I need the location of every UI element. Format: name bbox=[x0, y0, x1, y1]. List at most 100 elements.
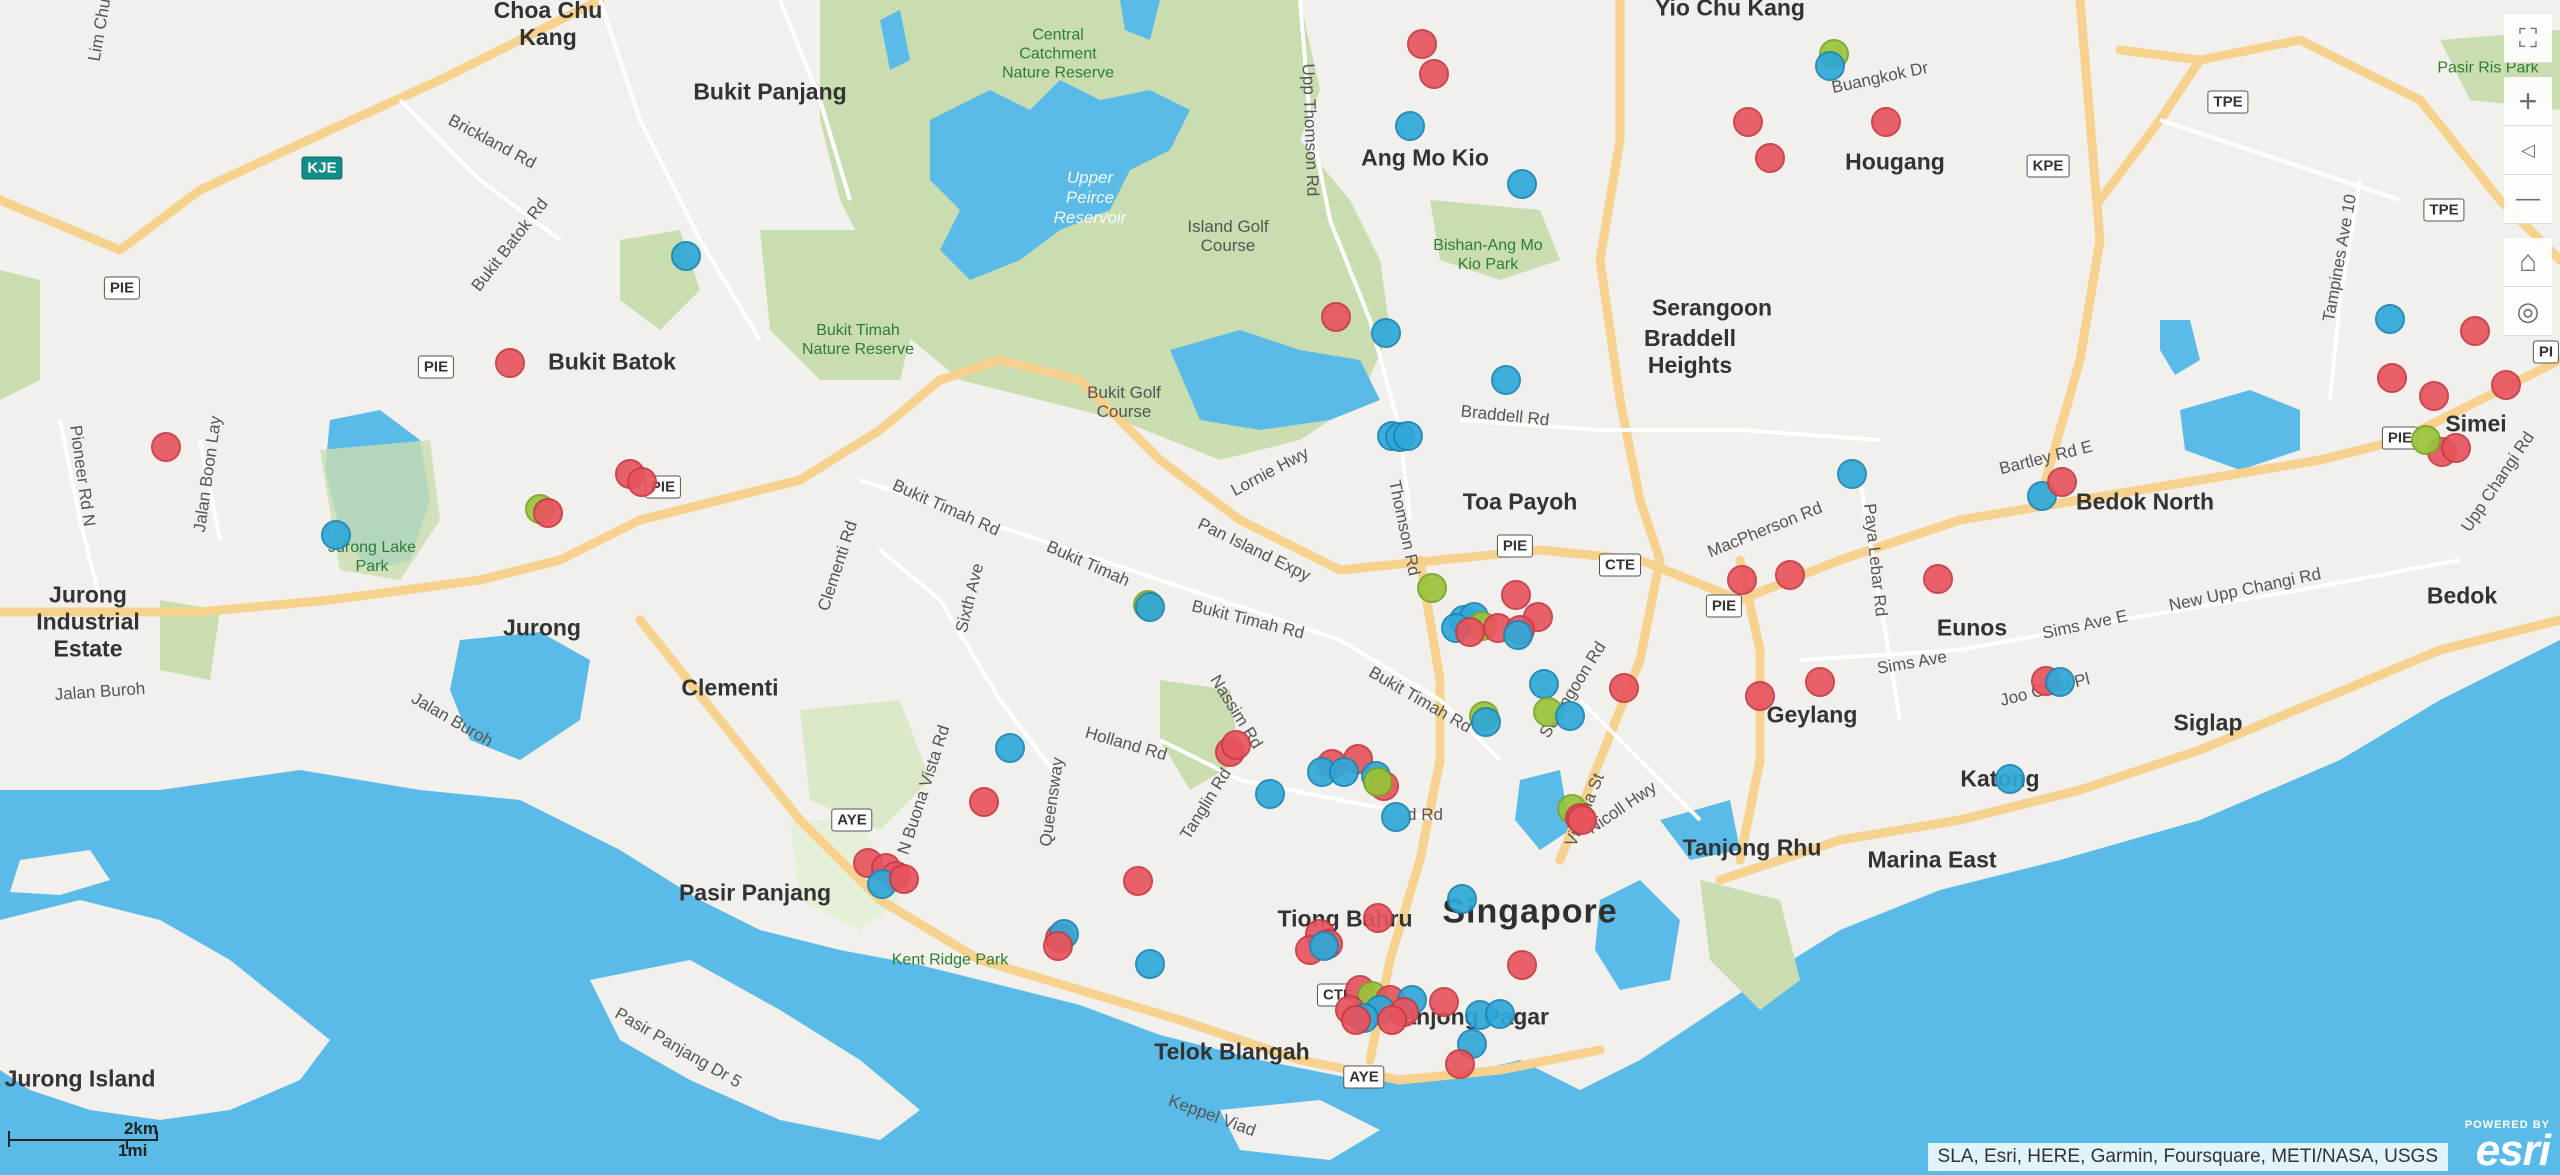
park-label: Kent Ridge Park bbox=[891, 951, 1009, 969]
map-marker-red[interactable] bbox=[1609, 673, 1639, 703]
map-marker-red[interactable] bbox=[1407, 29, 1437, 59]
place-label: Marina East bbox=[1867, 846, 1997, 873]
map-marker-green[interactable] bbox=[1363, 767, 1393, 797]
map-marker-blue[interactable] bbox=[1555, 701, 1585, 731]
map-marker-blue[interactable] bbox=[1447, 884, 1477, 914]
map-marker-blue[interactable] bbox=[2045, 667, 2075, 697]
map-marker-red[interactable] bbox=[1745, 681, 1775, 711]
map-marker-blue[interactable] bbox=[1381, 802, 1411, 832]
map-marker-red[interactable] bbox=[1455, 617, 1485, 647]
map-marker-red[interactable] bbox=[1043, 931, 1073, 961]
scale-bar: 2km 1mi bbox=[8, 1119, 158, 1160]
map-marker-blue[interactable] bbox=[1393, 421, 1423, 451]
map-marker-blue[interactable] bbox=[1503, 620, 1533, 650]
map-marker-red[interactable] bbox=[1123, 866, 1153, 896]
place-label: Serangoon bbox=[1651, 294, 1773, 321]
attribution[interactable]: SLA, Esri, HERE, Garmin, Foursquare, MET… bbox=[1927, 1143, 2448, 1171]
place-label: Geylang bbox=[1766, 701, 1858, 728]
map-marker-blue[interactable] bbox=[1135, 949, 1165, 979]
expand-icon[interactable]: ⛶ bbox=[2504, 14, 2552, 63]
esri-logo[interactable]: POWERED BY esri bbox=[2465, 1119, 2551, 1173]
map-marker-red[interactable] bbox=[1727, 565, 1757, 595]
place-label: Bukit Batok bbox=[548, 348, 676, 375]
map-marker-red[interactable] bbox=[2047, 467, 2077, 497]
park-label: Bishan-Ang Mo Kio Park bbox=[1433, 237, 1543, 273]
map-marker-blue[interactable] bbox=[1255, 779, 1285, 809]
map-marker-red[interactable] bbox=[1567, 805, 1597, 835]
map-marker-blue[interactable] bbox=[1329, 757, 1359, 787]
basemap bbox=[0, 0, 2560, 1175]
map-marker-red[interactable] bbox=[2441, 433, 2471, 463]
map-marker-blue[interactable] bbox=[1837, 459, 1867, 489]
map-marker-blue[interactable] bbox=[1135, 592, 1165, 622]
place-label: Jurong bbox=[503, 614, 581, 641]
map-marker-blue[interactable] bbox=[1995, 764, 2025, 794]
map-marker-red[interactable] bbox=[1871, 107, 1901, 137]
place-label: Toa Payoh bbox=[1462, 488, 1578, 515]
scale-mi-label: 1mi bbox=[118, 1141, 148, 1160]
map-marker-blue[interactable] bbox=[1471, 707, 1501, 737]
map-marker-red[interactable] bbox=[2491, 370, 2521, 400]
map-marker-red[interactable] bbox=[1419, 59, 1449, 89]
map-marker-red[interactable] bbox=[627, 467, 657, 497]
map-marker-red[interactable] bbox=[1341, 1005, 1371, 1035]
map-marker-blue[interactable] bbox=[1309, 931, 1339, 961]
map-marker-red[interactable] bbox=[1321, 302, 1351, 332]
highway-shield: TPE bbox=[2207, 90, 2249, 114]
home-button[interactable]: ⌂ bbox=[2504, 238, 2552, 287]
zoom-out-button[interactable]: — bbox=[2504, 175, 2552, 224]
map-marker-blue[interactable] bbox=[1507, 169, 1537, 199]
highway-shield: TPE bbox=[2423, 198, 2465, 222]
highway-shield: PIE bbox=[1496, 534, 1534, 558]
map-marker-red[interactable] bbox=[1363, 903, 1393, 933]
highway-shield: AYE bbox=[1343, 1065, 1385, 1089]
place-label: Yio Chu Kang bbox=[1655, 0, 1805, 21]
map-marker-blue[interactable] bbox=[1485, 999, 1515, 1029]
compass-icon[interactable]: ◁ bbox=[2504, 126, 2552, 175]
map-view[interactable]: Singapore Choa Chu Kang Yio Chu Kang Ang Mo … bbox=[0, 0, 2560, 1175]
map-marker-green[interactable] bbox=[1417, 573, 1447, 603]
map-marker-red[interactable] bbox=[495, 348, 525, 378]
map-marker-red[interactable] bbox=[1805, 667, 1835, 697]
place-label: Braddell Heights bbox=[1643, 325, 1737, 378]
map-marker-blue[interactable] bbox=[995, 733, 1025, 763]
place-label: Jurong Industrial Estate bbox=[36, 581, 140, 662]
map-marker-red[interactable] bbox=[1221, 730, 1251, 760]
map-marker-blue[interactable] bbox=[321, 520, 351, 550]
place-label: Siglap bbox=[2173, 709, 2243, 736]
place-label: Bedok bbox=[2426, 582, 2498, 609]
map-marker-red[interactable] bbox=[151, 432, 181, 462]
map-marker-red[interactable] bbox=[1507, 950, 1537, 980]
map-marker-red[interactable] bbox=[1923, 564, 1953, 594]
poi-label: Island Golf Course bbox=[1187, 217, 1269, 255]
map-controls: ⛶ + ◁ — ⌂ ◎ bbox=[2504, 14, 2552, 336]
map-marker-blue[interactable] bbox=[1371, 318, 1401, 348]
place-label: Eunos bbox=[1936, 614, 2008, 641]
map-marker-blue[interactable] bbox=[1491, 365, 1521, 395]
map-marker-blue[interactable] bbox=[1395, 111, 1425, 141]
zoom-in-button[interactable]: + bbox=[2504, 77, 2552, 126]
map-marker-red[interactable] bbox=[2460, 316, 2490, 346]
road-label: d Rd bbox=[1407, 805, 1443, 824]
place-label: Clementi bbox=[681, 674, 779, 701]
map-marker-blue[interactable] bbox=[1815, 51, 1845, 81]
map-marker-red[interactable] bbox=[2419, 381, 2449, 411]
map-marker-red[interactable] bbox=[969, 787, 999, 817]
locate-button[interactable]: ◎ bbox=[2504, 287, 2552, 336]
map-marker-green[interactable] bbox=[2411, 425, 2441, 455]
map-marker-red[interactable] bbox=[2377, 363, 2407, 393]
place-label: Ang Mo Kio bbox=[1361, 144, 1489, 171]
place-label: Choa Chu Kang bbox=[493, 0, 603, 50]
map-marker-red[interactable] bbox=[1445, 1049, 1475, 1079]
map-marker-red[interactable] bbox=[1755, 143, 1785, 173]
place-label: Pasir Panjang bbox=[678, 879, 832, 906]
map-marker-red[interactable] bbox=[1775, 560, 1805, 590]
map-marker-red[interactable] bbox=[889, 864, 919, 894]
map-marker-red[interactable] bbox=[1377, 1005, 1407, 1035]
map-marker-blue[interactable] bbox=[2375, 304, 2405, 334]
map-marker-red[interactable] bbox=[1733, 107, 1763, 137]
map-marker-red[interactable] bbox=[533, 498, 563, 528]
map-marker-red[interactable] bbox=[1429, 987, 1459, 1017]
map-marker-blue[interactable] bbox=[1529, 669, 1559, 699]
map-marker-blue[interactable] bbox=[671, 241, 701, 271]
